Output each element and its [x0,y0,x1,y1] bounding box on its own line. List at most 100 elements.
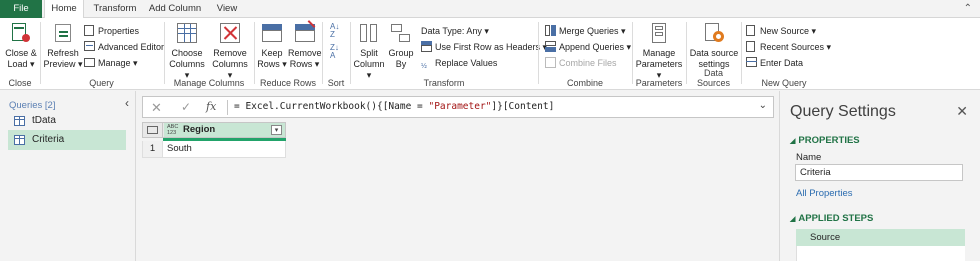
combine-files-icon [545,57,556,68]
tab-view[interactable]: View [212,0,242,18]
collapse-triangle-icon: ◢ [790,138,796,145]
replace-values-button[interactable]: ½ Replace Values [421,56,497,70]
applied-steps-list [796,246,965,261]
data-source-settings-icon [701,20,727,46]
new-source-button[interactable]: New Source ▾ [746,24,816,38]
group-combine: Merge Queries ▾ Append Queries ▾ Combine… [539,18,631,90]
data-source-settings-button[interactable]: Data source settings [688,20,740,70]
group-query: Refresh Preview ▾ Properties Advanced Ed… [41,18,164,90]
manage-button[interactable]: Manage ▾ [84,56,138,70]
close-load-icon [8,20,34,46]
group-label-parameters: Parameters [635,78,683,88]
table-cell[interactable]: South [167,141,192,157]
group-label-query: Query [89,78,114,88]
combine-files-button[interactable]: Combine Files [545,56,617,70]
group-manage-columns: Choose Columns ▾ Remove Columns ▾ Manage… [165,18,253,90]
group-new-query: New Source ▾ Recent Sources ▾ Enter Data… [742,18,831,90]
properties-button[interactable]: Properties [84,24,139,38]
manage-icon [84,57,95,68]
ribbon-tab-bar: File Home Transform Add Column View ⌃ [0,0,980,19]
table-icon [14,135,25,145]
any-type-icon[interactable]: ABC 123 [167,124,178,136]
close-and-load-button[interactable]: Close & Load ▾ [4,20,38,70]
grid-header: ABC 123 Region ▾ [142,122,286,138]
merge-icon [545,25,556,36]
enter-data-icon [746,57,757,68]
group-parameters: Manage Parameters ▾ Parameters [633,18,685,90]
column-header-region[interactable]: ABC 123 Region ▾ [164,123,285,137]
expand-formula-icon[interactable]: ⌄ [759,100,767,111]
group-by-icon [388,20,414,46]
new-source-icon [746,25,757,36]
query-settings-title: Query Settings [790,103,896,120]
group-label-manage-columns: Manage Columns [173,78,245,88]
all-properties-link[interactable]: All Properties [796,188,853,199]
remove-rows-icon [292,20,318,46]
tab-file[interactable]: File [0,0,42,18]
fx-icon[interactable]: fx [206,100,216,113]
tab-add-column[interactable]: Add Column [146,0,204,18]
manage-parameters-button[interactable]: Manage Parameters ▾ [634,20,684,81]
replace-icon: ½ [421,63,427,70]
table-icon [147,126,158,134]
split-column-button[interactable]: Split Column ▾ [353,20,385,81]
applied-steps-section-heading[interactable]: ◢ APPLIED STEPS [790,213,873,224]
collapse-ribbon-icon[interactable]: ⌃ [964,3,972,14]
group-sort: A↓ Z Z↓ A Sort [323,18,349,90]
append-queries-button[interactable]: Append Queries ▾ [545,40,631,54]
group-label-sort: Sort [327,78,345,88]
headers-icon [421,41,432,52]
name-label: Name [796,152,822,163]
collapse-triangle-icon: ◢ [790,216,796,223]
enter-data-button[interactable]: Enter Data [746,56,803,70]
close-icon[interactable]: ✕ [956,103,968,120]
group-label-new-query: New Query [761,78,807,88]
collapse-pane-icon[interactable]: ‹ [125,96,129,110]
group-reduce-rows: Keep Rows ▾ Remove Rows ▾ Reduce Rows [255,18,322,90]
choose-columns-button[interactable]: Choose Columns ▾ [167,20,207,81]
append-icon [545,41,556,52]
tab-transform[interactable]: Transform [90,0,140,18]
divider [227,100,228,115]
query-item-tdata[interactable]: tData [8,111,126,131]
query-name-field[interactable]: Criteria [795,164,963,181]
cancel-formula-icon[interactable]: ✕ [151,100,162,116]
query-item-criteria[interactable]: Criteria [8,130,126,150]
table-row[interactable]: 1 South [142,141,286,158]
remove-columns-icon [217,20,243,46]
confirm-formula-icon[interactable]: ✓ [181,100,191,114]
refresh-icon [50,20,76,46]
group-label-combine: Combine [566,78,604,88]
group-by-button[interactable]: Group By [387,20,415,70]
split-column-icon [356,20,382,46]
parameters-icon [646,20,672,46]
row-number: 1 [143,141,163,157]
group-close: Close & Load ▾ Close [0,18,40,90]
remove-rows-button[interactable]: Remove Rows ▾ [288,20,322,70]
formula-text[interactable]: = Excel.CurrentWorkbook(){[Name = "Param… [234,101,554,112]
remove-columns-button[interactable]: Remove Columns ▾ [209,20,251,81]
sort-ascending-icon[interactable]: A↓ Z [330,23,339,39]
advanced-editor-icon [84,41,95,52]
keep-rows-button[interactable]: Keep Rows ▾ [256,20,288,70]
filter-dropdown-icon[interactable]: ▾ [271,125,282,135]
applied-step-source[interactable]: Source [796,229,965,246]
properties-icon [84,25,95,36]
group-label-close: Close [8,78,32,88]
sort-descending-icon[interactable]: Z↓ A [330,44,339,60]
merge-queries-button[interactable]: Merge Queries ▾ [545,24,626,38]
advanced-editor-button[interactable]: Advanced Editor [84,40,164,54]
group-label-transform: Transform [423,78,465,88]
recent-sources-button[interactable]: Recent Sources ▾ [746,40,831,54]
use-first-row-as-headers-button[interactable]: Use First Row as Headers ▾ [421,40,547,54]
formula-bar[interactable]: ✕ ✓ fx = Excel.CurrentWorkbook(){[Name =… [142,96,774,118]
refresh-preview-button[interactable]: Refresh Preview ▾ [43,20,83,70]
ribbon: Close & Load ▾ Close Refresh Preview ▾ P… [0,18,980,90]
group-data-sources: Data source settings Data Sources [687,18,740,90]
table-menu-button[interactable] [143,123,163,137]
data-type-dropdown[interactable]: Data Type: Any ▾ [421,24,489,38]
query-settings-pane: Query Settings ✕ ◢ PROPERTIES Name Criter… [779,91,980,261]
group-label-reduce-rows: Reduce Rows [259,78,317,88]
properties-section-heading[interactable]: ◢ PROPERTIES [790,135,860,146]
tab-home[interactable]: Home [44,0,84,19]
